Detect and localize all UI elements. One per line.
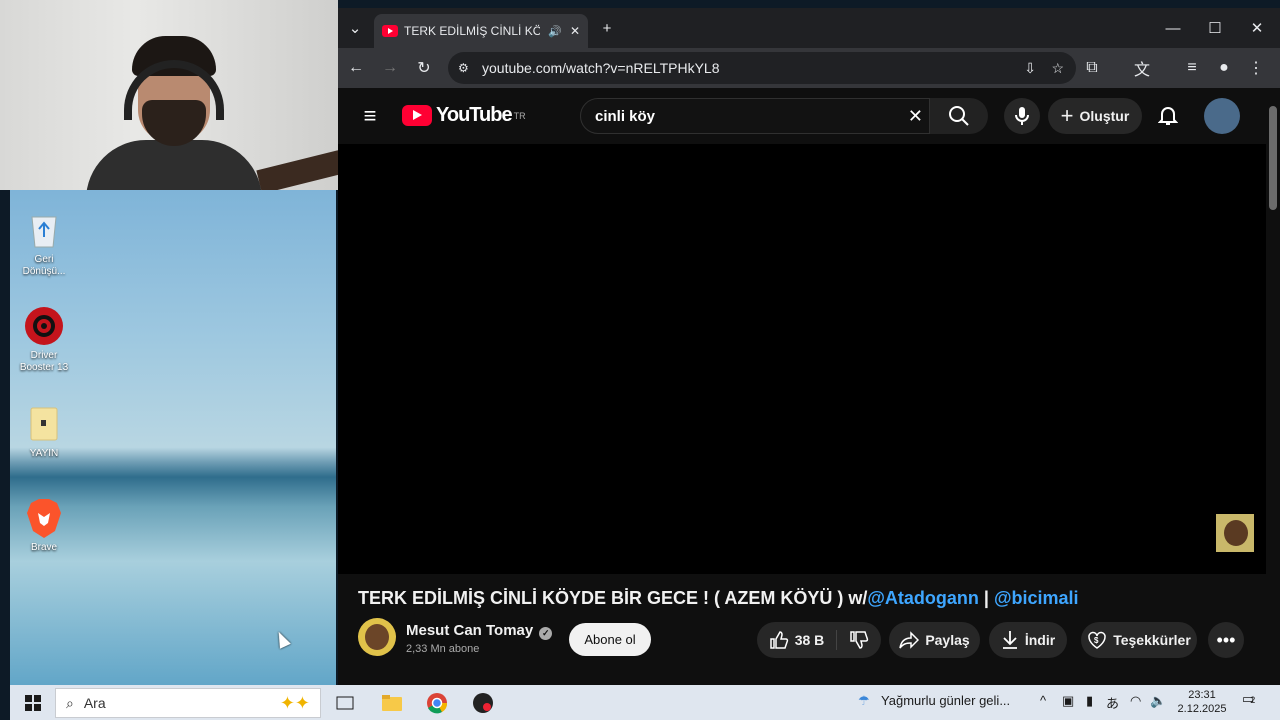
profile-avatar-icon[interactable]: ● — [1212, 56, 1236, 80]
start-button[interactable] — [18, 689, 48, 716]
voice-search-button[interactable] — [1004, 98, 1040, 134]
bookmark-star-icon[interactable]: ☆ — [1051, 60, 1064, 77]
language-icon[interactable]: あ — [1106, 693, 1119, 712]
extensions-icon[interactable]: ⧉ — [1080, 56, 1104, 80]
show-hidden-icons-icon[interactable]: ^ — [1040, 693, 1046, 708]
speaker-icon[interactable]: 🔊 — [548, 25, 562, 38]
youtube-favicon-icon — [382, 25, 398, 37]
page-scrollbar[interactable] — [1266, 88, 1280, 685]
scrollbar-thumb[interactable] — [1269, 106, 1277, 210]
like-button[interactable]: 38 B — [769, 630, 838, 650]
tab-bar: ⌄ TERK EDİLMİŞ CİNLİ KÖYDE 🔊 ✕ + — ☐ ✕ — [338, 8, 1280, 48]
media-controls-icon[interactable]: ≡ — [1180, 56, 1204, 80]
close-tab-icon[interactable]: ✕ — [570, 24, 580, 38]
video-player[interactable] — [338, 144, 1266, 574]
browser-menu-icon[interactable]: ⋮ — [1244, 56, 1268, 80]
dislike-button[interactable] — [843, 630, 869, 650]
search-icon — [949, 106, 969, 126]
weather-widget[interactable]: ☂ Yağmurlu günler geli... — [858, 693, 1010, 709]
channel-avatar[interactable] — [358, 618, 396, 656]
forward-icon[interactable]: → — [378, 56, 402, 80]
reload-icon[interactable]: ↻ — [412, 56, 436, 80]
share-button[interactable]: Paylaş — [889, 622, 980, 658]
network-icon[interactable]: ◠ — [1130, 693, 1141, 709]
tab-search-chevron-icon[interactable]: ⌄ — [342, 16, 368, 40]
account-avatar[interactable] — [1204, 98, 1240, 134]
back-icon[interactable]: ← — [344, 56, 368, 80]
webcam-feed — [0, 0, 338, 190]
mention-link-bicimali[interactable]: @bicimali — [994, 588, 1079, 608]
notification-center-icon[interactable]: ▭2 — [1242, 691, 1255, 707]
driver-booster-icon — [24, 306, 64, 346]
microphone-tray-icon[interactable]: ▮ — [1086, 693, 1093, 709]
brave-icon — [24, 498, 64, 538]
address-bar: ← → ↻ ⚙ youtube.com/watch?v=nRELTPHkYL8 … — [338, 48, 1280, 88]
recycle-bin-icon — [24, 210, 64, 250]
meet-now-icon[interactable]: ▣ — [1062, 693, 1074, 709]
tab-youtube-video[interactable]: TERK EDİLMİŞ CİNLİ KÖYDE 🔊 ✕ — [374, 14, 588, 48]
hamburger-menu-icon[interactable]: ≡ — [352, 98, 388, 134]
url-field[interactable]: ⚙ youtube.com/watch?v=nRELTPHkYL8 ⇩ ☆ — [448, 52, 1076, 84]
bell-icon — [1158, 107, 1178, 125]
maximize-icon[interactable]: ☐ — [1202, 16, 1228, 40]
windows-logo-icon — [25, 694, 41, 711]
install-app-icon[interactable]: ⇩ — [1024, 60, 1036, 77]
youtube-logo[interactable]: YouTube TR — [402, 104, 526, 127]
youtube-header: ≡ YouTube TR cinli köy ✕ + Oluştur — [338, 88, 1266, 144]
task-view-icon[interactable] — [330, 689, 360, 716]
desktop-icon-yayin-folder[interactable]: YAYIN — [16, 404, 72, 460]
browser-window: ⌄ TERK EDİLMİŞ CİNLİ KÖYDE 🔊 ✕ + — ☐ ✕ ←… — [338, 8, 1280, 685]
taskbar-search-input[interactable]: ⌕ Ara ✦✦ — [55, 688, 321, 718]
subscribe-button[interactable]: Abone ol — [569, 623, 651, 656]
new-tab-icon[interactable]: + — [594, 16, 620, 40]
notifications-button[interactable] — [1150, 98, 1186, 134]
youtube-play-icon — [402, 105, 432, 126]
plus-icon: + — [1060, 103, 1074, 128]
thumbs-up-icon — [769, 631, 788, 649]
folder-icon — [24, 404, 64, 444]
mouse-cursor — [273, 629, 291, 649]
download-button[interactable]: İndir — [989, 622, 1067, 658]
minimize-icon[interactable]: — — [1160, 16, 1186, 40]
desktop-icon-driver-booster[interactable]: Driver Booster 13 — [16, 306, 72, 374]
chrome-icon[interactable] — [422, 689, 452, 716]
system-clock[interactable]: 23:31 2.12.2025 — [1170, 688, 1234, 716]
file-explorer-icon[interactable] — [377, 689, 407, 716]
site-info-icon[interactable]: ⚙ — [458, 61, 469, 75]
search-input[interactable]: cinli köy ✕ — [580, 98, 930, 134]
rain-umbrella-icon: ☂ — [858, 693, 870, 708]
svg-text:$: $ — [1094, 636, 1099, 645]
super-thanks-icon: $ — [1088, 631, 1106, 649]
mention-link-atadogann[interactable]: @Atadogann — [867, 588, 979, 608]
volume-icon[interactable]: 🔈 — [1150, 693, 1166, 709]
thumbs-down-icon — [850, 631, 869, 649]
channel-name[interactable]: Mesut Can Tomay ✓ — [406, 622, 553, 640]
like-dislike-group: 38 B — [757, 622, 881, 658]
channel-watermark[interactable] — [1216, 514, 1254, 552]
windows-taskbar: ⌕ Ara ✦✦ ☂ Yağmurlu günler geli... ^ ▣ ▮… — [10, 685, 1280, 720]
microphone-icon — [1015, 107, 1029, 125]
subscriber-count: 2,33 Mn abone — [406, 643, 480, 655]
create-button[interactable]: + Oluştur — [1048, 98, 1142, 134]
copilot-sparkle-icon[interactable]: ✦✦ — [280, 693, 310, 714]
video-title: TERK EDİLMİŞ CİNLİ KÖYDE BİR GECE ! ( AZ… — [358, 588, 1079, 608]
translate-icon[interactable]: 文 — [1130, 56, 1154, 80]
close-window-icon[interactable]: ✕ — [1244, 16, 1270, 40]
search-button[interactable] — [930, 98, 988, 134]
download-icon — [1002, 631, 1017, 649]
share-icon — [899, 631, 920, 649]
verified-badge-icon: ✓ — [539, 627, 553, 640]
clear-search-icon[interactable]: ✕ — [908, 106, 923, 127]
more-actions-icon[interactable]: ••• — [1208, 622, 1244, 658]
search-icon: ⌕ — [66, 694, 74, 711]
desktop-icon-recycle-bin[interactable]: Geri Dönüşü... — [16, 210, 72, 278]
desktop: Geri Dönüşü... Driver Booster 13 YAYIN B… — [10, 190, 336, 685]
desktop-icon-brave[interactable]: Brave — [16, 498, 72, 554]
thanks-button[interactable]: $ Teşekkürler — [1081, 622, 1197, 658]
obs-studio-icon[interactable] — [468, 689, 498, 716]
